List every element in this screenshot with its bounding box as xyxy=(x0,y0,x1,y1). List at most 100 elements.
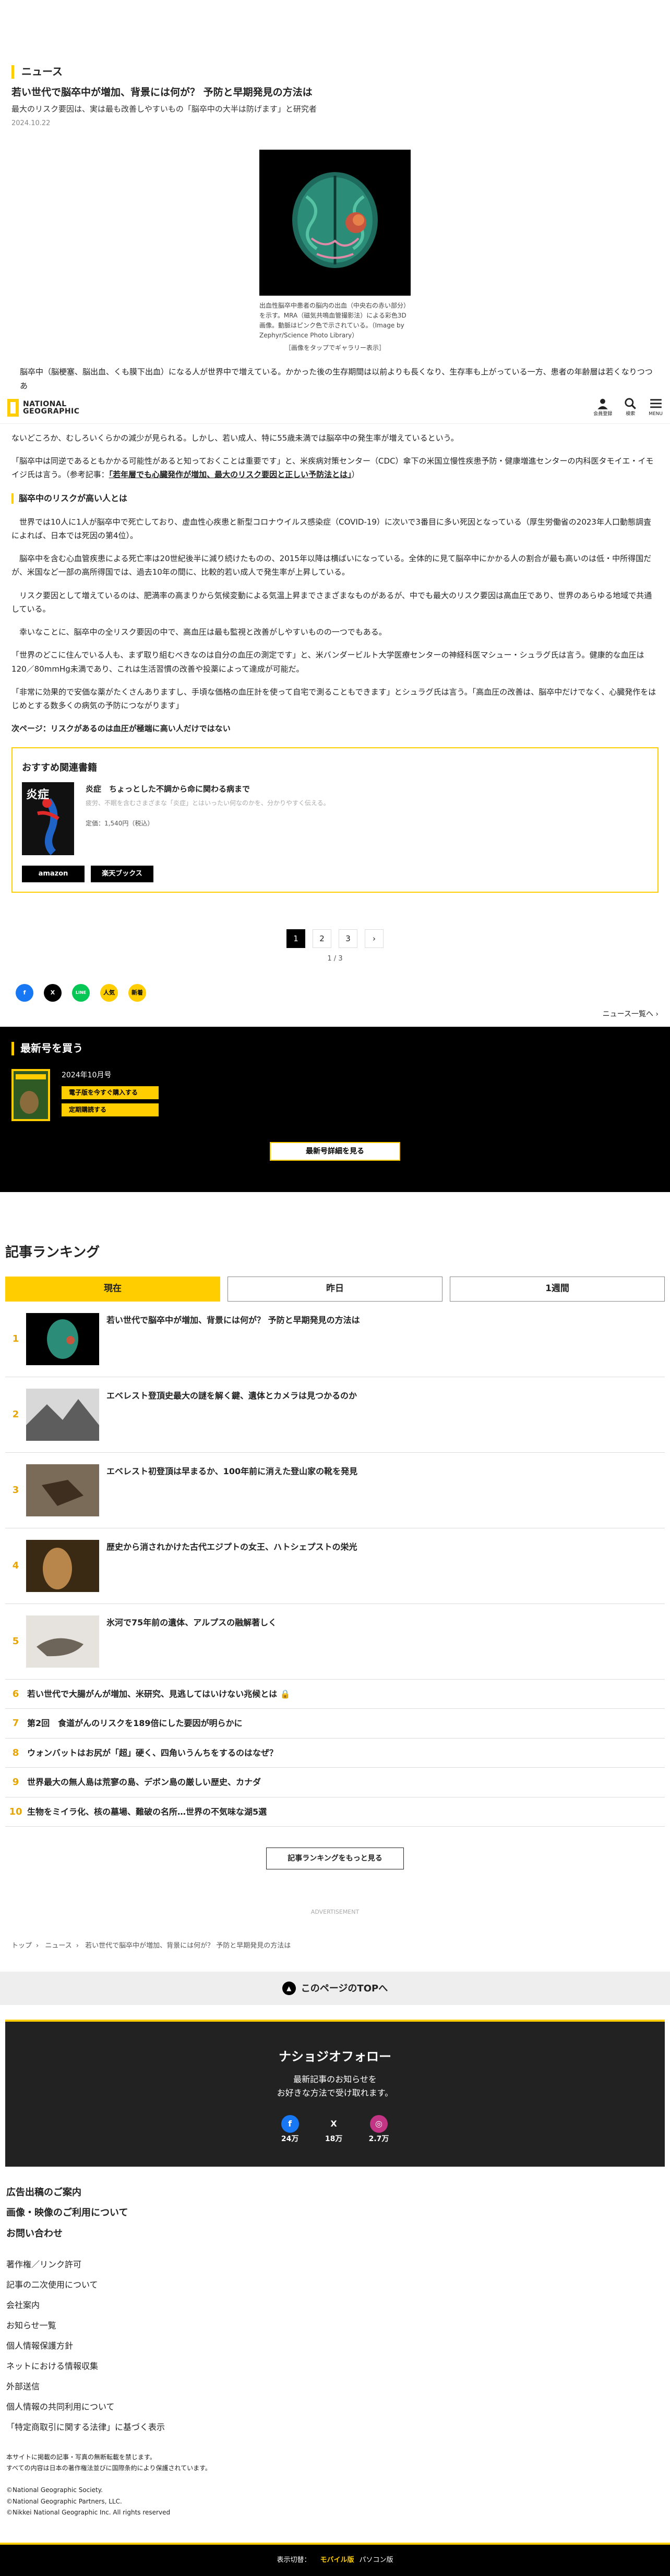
issue-detail-button[interactable]: 最新号詳細を見る xyxy=(270,1142,400,1161)
footer-link[interactable]: ネットにおける情報収集 xyxy=(6,2359,664,2374)
popular-icon[interactable]: 人気 xyxy=(100,983,118,1002)
subscribe-button[interactable]: 定期購読する xyxy=(62,1103,159,1116)
next-page-button[interactable]: › xyxy=(365,929,384,948)
egypt-thumbnail xyxy=(26,1539,99,1592)
ranking-item[interactable]: 9 世界最大の無人島は荒寥の島、デボン島の厳しい歴史、カナダ xyxy=(5,1768,665,1797)
tab-now[interactable]: 現在 xyxy=(5,1276,220,1302)
copyright-line: ©Nikkei National Geographic Inc. All rig… xyxy=(6,2509,171,2517)
nav-icons: 会員登録 検索 MENU xyxy=(593,397,663,419)
latest-issue-heading: 最新号を買う xyxy=(11,1039,659,1058)
x-icon: X xyxy=(325,2115,343,2133)
footer-note: 本サイトに掲載の記事・写真の無断転載を禁じます。 すべての内容は日本の著作権法並… xyxy=(0,2440,670,2473)
latest-issue-heading-text: 最新号を買う xyxy=(20,1042,83,1055)
footer-link[interactable]: 記事の二次使用について xyxy=(6,2278,664,2292)
related-article-link[interactable]: 「若年層でも心臓発作が増加、最大のリスク要因と正しい予防法とは」 xyxy=(109,470,352,479)
search-button[interactable]: 検索 xyxy=(624,397,637,419)
line-share-icon[interactable]: LINE xyxy=(72,983,90,1002)
more-ranking-button[interactable]: 記事ランキングをもっと見る xyxy=(266,1848,404,1870)
magazine-cover-art xyxy=(14,1071,48,1120)
x-share-icon[interactable]: X xyxy=(44,983,62,1002)
user-icon xyxy=(597,399,608,410)
article-title: 若い世代で脳卒中が増加、背景には何が？ 予防と早期発見の方法は xyxy=(11,87,313,98)
footer-link[interactable]: 「特定商取引に関する法律」に基づく表示 xyxy=(6,2420,664,2435)
rakuten-button[interactable]: 楽天ブックス xyxy=(91,866,153,882)
facebook-follow[interactable]: f 24万 xyxy=(281,2115,299,2146)
buy-digital-button[interactable]: 電子版を今すぐ購入する xyxy=(62,1086,159,1099)
breadcrumb-news[interactable]: ニュース xyxy=(45,1942,71,1950)
accent-bar xyxy=(11,1041,14,1055)
tab-yesterday[interactable]: 昨日 xyxy=(228,1276,442,1302)
natgeo-logo[interactable]: NATIONAL GEOGRAPHIC xyxy=(7,399,80,417)
news-list-link[interactable]: ニュース一覧へ › xyxy=(0,1002,670,1021)
x-follow[interactable]: X 18万 xyxy=(325,2115,343,2146)
member-button[interactable]: 会員登録 xyxy=(593,397,612,419)
ranking-item[interactable]: 6 若い世代で大腸がんが増加、米研究、見逃してはいけない兆候とは 🔒 xyxy=(5,1680,665,1709)
ranking-item[interactable]: 10 生物をミイラ化、核の墓場、難破の名所…世界の不気味な湖5選 xyxy=(5,1797,665,1827)
mobile-version-link[interactable]: モバイル版 xyxy=(320,2555,354,2567)
brain-mra-image[interactable] xyxy=(259,149,411,296)
page-2-button[interactable]: 2 xyxy=(313,929,331,948)
next-page-link[interactable]: 次ページ：リスクがあるのは血圧が極端に高い人だけではない xyxy=(11,722,659,735)
paragraph: 「世界のどこに住んでいる人も、まず取り組むべきなのは自分の血圧の測定です」と、米… xyxy=(11,650,644,674)
ranking-tabs: 現在 昨日 1週間 xyxy=(5,1276,665,1302)
footer-link[interactable]: お知らせ一覧 xyxy=(6,2318,664,2333)
ranking-title-text: 若い世代で大腸がんが増加、米研究、見逃してはいけない兆候とは xyxy=(27,1688,278,1699)
ranking-item[interactable]: 5 氷河で75年前の遺体、アルプスの融解著しく xyxy=(5,1604,665,1680)
figure-caption: 出血性脳卒中患者の脳内の出血（中央右の赤い部分）を示す。MRA（磁気共鳴血管撮影… xyxy=(259,301,410,339)
ranking-item[interactable]: 3 エベレスト初登頂は早まるか、100年前に消えた登山家の靴を発見 xyxy=(5,1453,665,1528)
menu-button[interactable]: MENU xyxy=(649,397,663,419)
footer-note-line: すべての内容は日本の著作権法並びに国際条約により保護されています。 xyxy=(6,2464,211,2472)
footer-link[interactable]: 広告出稿のご案内 xyxy=(6,2184,664,2201)
accent-bar xyxy=(11,493,14,504)
article-subtitle: 最大のリスク要因は、実は最も改善しやすいもの「脳卒中の大半は防げます」と研究者 xyxy=(11,104,317,114)
display-switch-label: 表示切替： xyxy=(277,2556,311,2564)
book-cover-title: 炎症 xyxy=(26,788,50,801)
accent-bar xyxy=(11,65,14,79)
pagination: 1 2 3 › xyxy=(0,929,670,948)
page-3-button[interactable]: 3 xyxy=(339,929,357,948)
breadcrumb-separator: › xyxy=(36,1941,39,1950)
page-1-button[interactable]: 1 xyxy=(286,929,305,948)
ranking-item[interactable]: 4 歴史から消されかけた古代エジプトの女王、ハトシェプストの栄光 xyxy=(5,1528,665,1604)
amazon-button[interactable]: amazon xyxy=(22,866,85,882)
ranking-item[interactable]: 1 若い世代で脳卒中が増加、背景には何が？ 予防と早期発見の方法は xyxy=(5,1302,665,1377)
tab-week[interactable]: 1週間 xyxy=(450,1276,665,1302)
ranking-item[interactable]: 2 エベレスト登頂史最大の謎を解く鍵、遺体とカメラは見つかるのか xyxy=(5,1377,665,1453)
footer-link[interactable]: お問い合わせ xyxy=(6,2226,664,2242)
book-box-heading: おすすめ関連書籍 xyxy=(22,762,97,773)
article-header: ニュース 若い世代で脳卒中が増加、背景には何が？ 予防と早期発見の方法は 最大の… xyxy=(0,0,670,130)
footer-link[interactable]: 会社案内 xyxy=(6,2298,664,2313)
pc-version-link[interactable]: パソコン版 xyxy=(360,2555,393,2567)
ranking-title: 若い世代で脳卒中が増加、背景には何が？ 予防と早期発見の方法は xyxy=(106,1315,360,1325)
instagram-follow[interactable]: ◎ 2.7万 xyxy=(369,2115,389,2146)
paragraph: 世界では10人に1人が脳卒中で死亡しており、虚血性心疾患と新型コロナウイルス感染… xyxy=(11,517,651,540)
ranking-item[interactable]: 8 ウォンバットはお尻が「超」硬く、四角いうんちをするのはなぜ？ xyxy=(5,1739,665,1768)
ranking-thumbnail xyxy=(26,1539,99,1592)
rank-number: 10 xyxy=(9,1806,22,1817)
ranking-item[interactable]: 7 第2回 食道がんのリスクを189倍にした要因が明らかに xyxy=(5,1709,665,1739)
section-label-text: ニュース xyxy=(21,65,63,78)
gallery-hint[interactable]: ［画像をタップでギャラリー表示］ xyxy=(259,343,411,354)
share-bar: f X LINE 人気 新着 xyxy=(0,965,670,1002)
footer-link[interactable]: 個人情報の共同利用について xyxy=(6,2400,664,2414)
section-label: ニュース xyxy=(11,63,659,81)
facebook-share-icon[interactable]: f xyxy=(16,983,33,1002)
paragraph: ないどころか、むしろいくらかの減少が見られる。しかし、若い成人、特に55歳未満で… xyxy=(11,433,459,443)
footer-link[interactable]: 著作権／リンク許可 xyxy=(6,2257,664,2272)
ranking-thumbnail xyxy=(26,1464,99,1516)
footer-links: 広告出稿のご案内 画像・映像のご利用について お問い合わせ 著作権／リンク許可 … xyxy=(0,2167,670,2435)
breadcrumb-top[interactable]: トップ xyxy=(11,1942,32,1950)
article-date: 2024.10.22 xyxy=(11,119,51,127)
book-cover[interactable]: 炎症 xyxy=(22,782,74,855)
book-title[interactable]: 炎症 ちょっとした不調から命に関わる病まで xyxy=(86,782,330,796)
rank-number: 9 xyxy=(12,1777,19,1788)
magazine-cover[interactable] xyxy=(11,1069,50,1122)
to-top-button[interactable]: ▲ このページのTOPへ xyxy=(0,1972,670,2006)
new-icon[interactable]: 新着 xyxy=(128,983,146,1002)
hamburger-icon xyxy=(650,399,662,408)
footer-link[interactable]: 個人情報保護方針 xyxy=(6,2339,664,2353)
footer-link[interactable]: 画像・映像のご利用について xyxy=(6,2205,664,2221)
rank-number: 3 xyxy=(12,1485,19,1496)
footer-link[interactable]: 外部送信 xyxy=(6,2379,664,2394)
ranking-title: ウォンバットはお尻が「超」硬く、四角いうんちをするのはなぜ？ xyxy=(27,1747,278,1758)
